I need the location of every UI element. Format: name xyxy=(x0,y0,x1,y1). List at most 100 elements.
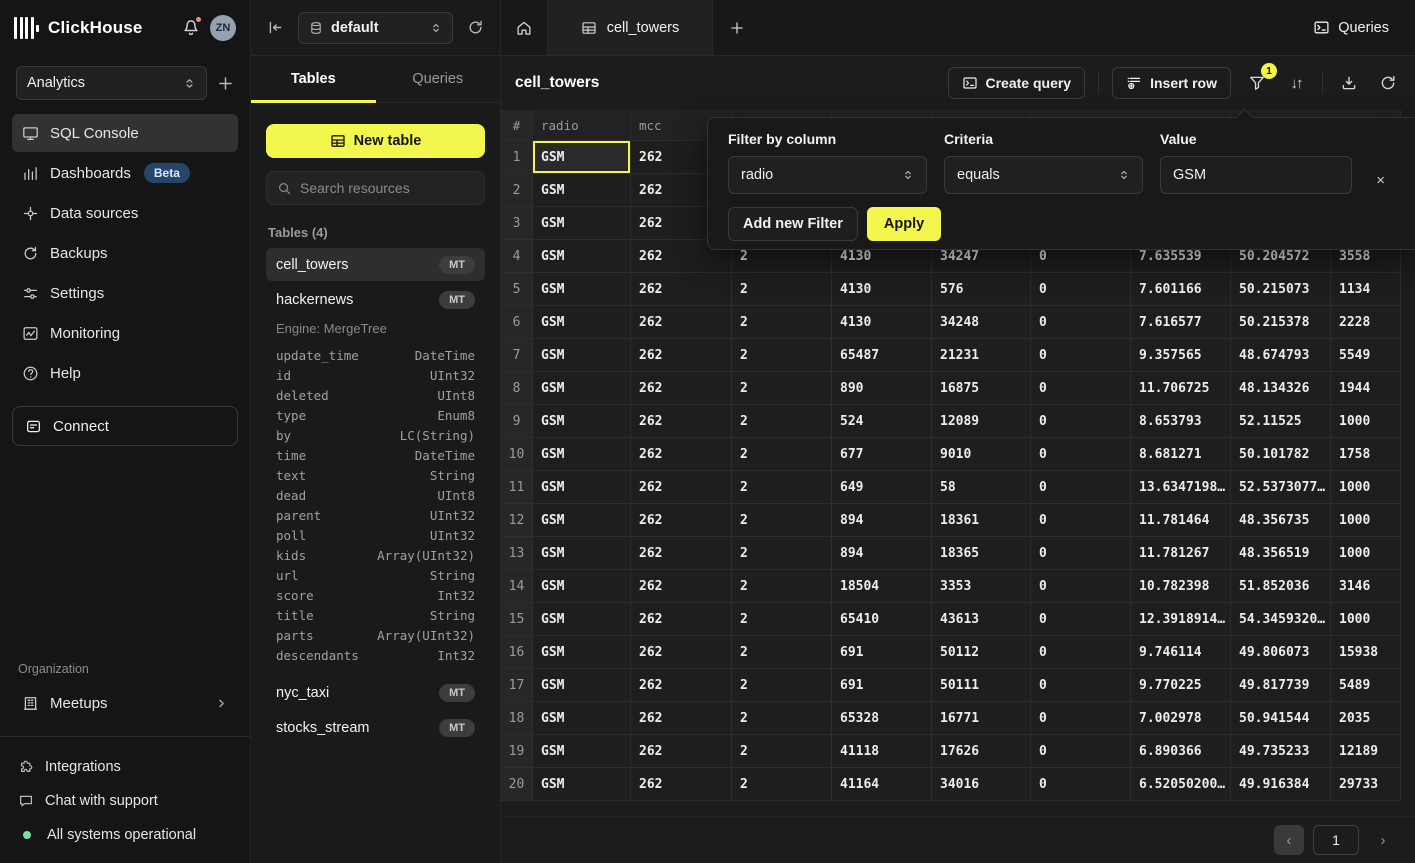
filter-value-input[interactable] xyxy=(1160,156,1352,194)
table-cell[interactable]: 262 xyxy=(631,636,732,669)
table-cell[interactable]: 262 xyxy=(631,372,732,405)
table-cell[interactable]: 12189 xyxy=(1331,735,1401,768)
table-cell[interactable]: 0 xyxy=(1031,669,1131,702)
table-cell[interactable]: 2 xyxy=(732,339,832,372)
table-cell[interactable]: 0 xyxy=(1031,438,1131,471)
remove-filter-button[interactable]: × xyxy=(1376,172,1385,189)
table-cell[interactable]: 49.806073 xyxy=(1231,636,1331,669)
table-cell[interactable]: 2035 xyxy=(1331,702,1401,735)
table-cell[interactable]: 4130 xyxy=(832,306,932,339)
table-cell[interactable]: 21231 xyxy=(932,339,1031,372)
notifications-bell-icon[interactable] xyxy=(181,18,201,38)
next-page-button[interactable]: › xyxy=(1368,825,1398,855)
prev-page-button[interactable]: ‹ xyxy=(1274,825,1304,855)
table-cell[interactable]: 50.101782 xyxy=(1231,438,1331,471)
table-cell[interactable]: GSM xyxy=(533,768,631,801)
table-cell[interactable]: GSM xyxy=(533,504,631,537)
panel-tab-tables[interactable]: Tables xyxy=(251,56,376,102)
table-cell[interactable]: 2 xyxy=(732,603,832,636)
table-cell[interactable]: 51.852036 xyxy=(1231,570,1331,603)
table-cell[interactable]: 29733 xyxy=(1331,768,1401,801)
table-cell[interactable]: 0 xyxy=(1031,735,1131,768)
tab-cell-towers[interactable]: cell_towers xyxy=(548,0,713,55)
table-cell[interactable]: 11.781464 xyxy=(1131,504,1231,537)
table-cell[interactable]: 12089 xyxy=(932,405,1031,438)
sidebar-item-monitoring[interactable]: Monitoring xyxy=(12,314,238,352)
refresh-table-button[interactable] xyxy=(1375,70,1401,96)
table-cell[interactable]: 262 xyxy=(631,471,732,504)
table-cell[interactable]: 6.890366 xyxy=(1131,735,1231,768)
table-cell[interactable]: 2 xyxy=(732,504,832,537)
table-cell[interactable]: 8.681271 xyxy=(1131,438,1231,471)
table-cell[interactable]: 262 xyxy=(631,438,732,471)
table-cell[interactable]: GSM xyxy=(533,570,631,603)
table-cell[interactable]: 7.616577 xyxy=(1131,306,1231,339)
table-cell[interactable]: 262 xyxy=(631,702,732,735)
table-list-item-cell_towers[interactable]: cell_towersMT xyxy=(266,248,485,281)
table-cell[interactable]: GSM xyxy=(533,174,631,207)
table-cell[interactable]: 16875 xyxy=(932,372,1031,405)
table-cell[interactable]: GSM xyxy=(533,372,631,405)
table-cell[interactable]: 0 xyxy=(1031,273,1131,306)
column-header[interactable]: radio xyxy=(533,110,631,141)
table-cell[interactable]: 16771 xyxy=(932,702,1031,735)
apply-filter-button[interactable]: Apply xyxy=(867,207,941,241)
table-cell[interactable]: 49.916384 xyxy=(1231,768,1331,801)
sidebar-item-meetups[interactable]: Meetups xyxy=(12,684,238,722)
table-cell[interactable]: 2 xyxy=(732,537,832,570)
table-cell[interactable]: 1000 xyxy=(1331,504,1401,537)
table-cell[interactable]: 2 xyxy=(732,372,832,405)
table-cell[interactable]: 3353 xyxy=(932,570,1031,603)
table-cell[interactable]: 677 xyxy=(832,438,932,471)
table-cell[interactable]: 0 xyxy=(1031,372,1131,405)
table-cell[interactable]: 50.215073 xyxy=(1231,273,1331,306)
table-cell[interactable]: 11.706725 xyxy=(1131,372,1231,405)
table-cell[interactable]: 43613 xyxy=(932,603,1031,636)
table-cell[interactable]: GSM xyxy=(533,339,631,372)
table-cell[interactable]: 4130 xyxy=(832,273,932,306)
table-cell[interactable]: 2 xyxy=(732,273,832,306)
table-cell[interactable]: GSM xyxy=(533,306,631,339)
table-cell[interactable]: 54.3459320… xyxy=(1231,603,1331,636)
table-cell[interactable]: 0 xyxy=(1031,768,1131,801)
table-cell[interactable]: 50.941544 xyxy=(1231,702,1331,735)
search-input[interactable] xyxy=(300,180,474,196)
sidebar-item-data-sources[interactable]: Data sources xyxy=(12,194,238,232)
table-cell[interactable]: 262 xyxy=(631,504,732,537)
table-cell[interactable]: GSM xyxy=(533,471,631,504)
table-cell[interactable]: 262 xyxy=(631,570,732,603)
filter-criteria-select[interactable]: equals xyxy=(944,156,1143,194)
sort-button[interactable]: ↓↑ xyxy=(1283,70,1309,96)
table-cell[interactable]: 894 xyxy=(832,537,932,570)
table-cell[interactable]: GSM xyxy=(533,702,631,735)
table-cell[interactable]: 649 xyxy=(832,471,932,504)
table-cell[interactable]: 262 xyxy=(631,273,732,306)
table-cell[interactable]: 2 xyxy=(732,669,832,702)
refresh-resources-button[interactable] xyxy=(467,19,484,36)
database-select[interactable]: default xyxy=(298,12,453,44)
avatar[interactable]: ZN xyxy=(210,15,236,41)
table-cell[interactable]: 1000 xyxy=(1331,603,1401,636)
table-cell[interactable]: 262 xyxy=(631,669,732,702)
table-cell[interactable]: 65410 xyxy=(832,603,932,636)
table-cell[interactable]: 524 xyxy=(832,405,932,438)
table-cell[interactable]: 48.134326 xyxy=(1231,372,1331,405)
table-cell[interactable]: 262 xyxy=(631,735,732,768)
table-cell[interactable]: 576 xyxy=(932,273,1031,306)
filter-column-select[interactable]: radio xyxy=(728,156,927,194)
table-cell[interactable]: 691 xyxy=(832,669,932,702)
table-cell[interactable]: 1000 xyxy=(1331,537,1401,570)
table-cell[interactable]: 34016 xyxy=(932,768,1031,801)
table-cell[interactable]: 5489 xyxy=(1331,669,1401,702)
table-cell[interactable]: 7.601166 xyxy=(1131,273,1231,306)
table-cell[interactable]: 49.735233 xyxy=(1231,735,1331,768)
table-cell[interactable]: 262 xyxy=(631,405,732,438)
queries-button[interactable]: Queries xyxy=(1303,0,1415,55)
table-cell[interactable]: 13.6347198… xyxy=(1131,471,1231,504)
table-cell[interactable]: 18365 xyxy=(932,537,1031,570)
table-cell[interactable]: 3146 xyxy=(1331,570,1401,603)
table-cell[interactable]: 49.817739 xyxy=(1231,669,1331,702)
add-workspace-button[interactable] xyxy=(217,75,234,92)
sidebar-item-backups[interactable]: Backups xyxy=(12,234,238,272)
table-cell[interactable]: 2228 xyxy=(1331,306,1401,339)
